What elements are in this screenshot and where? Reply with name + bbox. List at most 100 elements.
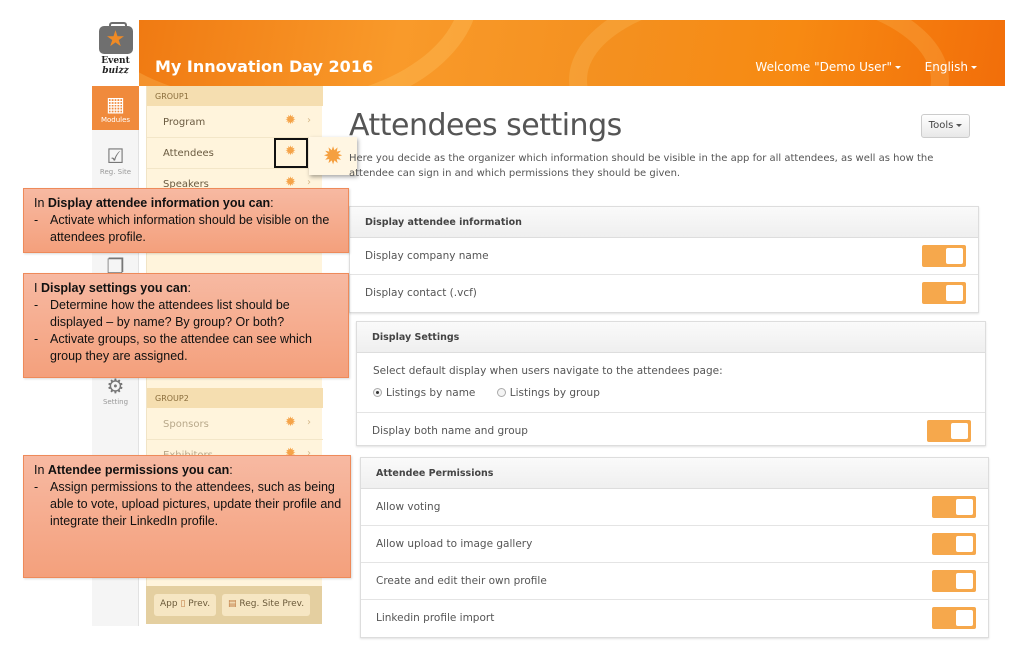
caret-down-icon [971,66,977,69]
toggle-knob [946,248,963,264]
setting-prompt: Select default display when users naviga… [373,365,723,377]
app-preview-label-2: Prev. [188,599,211,609]
callout-prefix: In [34,196,48,210]
tools-label: Tools [928,120,954,131]
toggle-switch[interactable] [922,282,966,304]
radio-listings-by-group[interactable]: Listings by group [496,387,600,399]
callout-heading: I Display settings you can: [34,280,340,297]
callout-heading: In Display attendee information you can: [34,195,340,212]
caret-down-icon [956,123,963,127]
tools-dropdown-button[interactable]: Tools [921,114,970,138]
panel-display-settings: Display Settings Select default display … [356,321,986,446]
setting-row: Display company name [350,238,978,275]
toggle-switch[interactable] [927,420,971,442]
app-header: My Innovation Day 2016 Welcome "Demo Use… [139,20,1005,86]
checkbox-icon: ☑ [106,144,125,168]
gear-icon[interactable]: ✹ [285,415,296,430]
toggle-knob [956,573,973,589]
radio-button[interactable] [496,388,506,397]
callout-bold: Display attendee information you can [47,196,271,210]
callout-heading: In Attendee permissions you can: [34,462,342,479]
briefcase-star-icon: ★ [98,22,133,54]
preview-bar: App ▯ Prev. ▤ Reg. Site Prev. [146,586,322,624]
toggle-switch[interactable] [932,496,976,518]
panel-title: Display attendee information [350,207,978,238]
callout-bullet: Activate which information should be vis… [34,212,340,246]
page-description: Here you decide as the organizer which i… [349,153,934,179]
callout-bullet: Determine how the attendees list should … [34,297,340,331]
radio-label: Listings by group [509,387,600,399]
module-label: Sponsors [163,419,209,430]
nav-item-reg-site[interactable]: ☑ Reg. Site [92,144,139,184]
callout-display-attendee-info: In Display attendee information you can:… [23,188,349,253]
page-title: Attendees settings [349,108,622,143]
toggle-switch[interactable] [922,245,966,267]
language-label: English [924,60,968,74]
setting-row: Display contact (.vcf) [350,275,978,312]
toggle-knob [946,285,963,301]
callout-display-settings: I Display settings you can: Determine ho… [23,273,349,378]
module-label: Attendees [163,148,214,159]
phone-icon: ▯ [180,599,186,609]
module-item-sponsors[interactable]: Sponsors ✹ › [147,409,323,440]
eventbuizz-logo[interactable]: ★ Event buizz [92,20,139,86]
setting-row: Linkedin profile import [361,600,988,637]
highlight-box [274,138,308,168]
setting-label: Create and edit their own profile [376,575,547,587]
app-preview-button[interactable]: App ▯ Prev. [154,594,217,616]
setting-label: Allow upload to image gallery [376,538,533,550]
setting-row: Display both name and group [357,413,985,445]
reg-site-preview-button[interactable]: ▤ Reg. Site Prev. [222,594,311,616]
callout-attendee-permissions: In Attendee permissions you can: Assign … [23,455,351,578]
toggle-switch[interactable] [932,533,976,555]
callout-suffix: : [187,281,192,295]
logo-text-buizz: buizz [102,66,129,76]
module-item-program[interactable]: Program ✹ › [147,107,323,138]
nav-label: Reg. Site [99,168,132,176]
chevron-right-icon: › [307,417,311,428]
callout-suffix: : [270,196,274,210]
panel-display-attendee-info: Display attendee information Display com… [349,206,979,313]
radio-button[interactable] [373,388,382,397]
callout-bullets: Assign permissions to the attendees, suc… [34,479,342,530]
panel-attendee-permissions: Attendee Permissions Allow voting Allow … [360,457,989,638]
callout-bullet: Activate groups, so the attendee can see… [34,331,340,365]
setting-label: Display contact (.vcf) [365,287,477,299]
group-header: GROUP2 [147,388,323,408]
toggle-knob [956,536,973,552]
setting-row: Create and edit their own profile [361,563,988,600]
callout-bullets: Determine how the attendees list should … [34,297,340,365]
lego-brick-icon: ▦ [106,92,125,116]
toggle-switch[interactable] [932,607,976,629]
radio-label: Listings by name [386,387,476,399]
nav-item-setting[interactable]: ⚙ Setting [92,374,139,414]
setting-label: Display both name and group [372,425,528,437]
callout-prefix: In [34,463,48,477]
panel-title: Attendee Permissions [361,458,988,489]
setting-row: Allow upload to image gallery [361,526,988,563]
toggle-knob [956,499,973,515]
callout-bold: Display settings you can [40,281,188,295]
user-menu[interactable]: Welcome "Demo User" [755,60,901,74]
language-menu[interactable]: English [925,60,977,74]
callout-prefix: I [34,281,41,295]
chevron-right-icon: › [307,115,311,126]
setting-row: Allow voting [361,489,988,526]
panel-title: Display Settings [357,322,985,353]
toggle-switch[interactable] [932,570,976,592]
nav-item-modules[interactable]: ▦ Modules [92,86,139,130]
module-label: Program [163,117,206,128]
gear-icon[interactable]: ✹ [285,113,296,128]
callout-bullet: Assign permissions to the attendees, suc… [34,479,342,530]
default-display-setting: Select default display when users naviga… [357,353,985,413]
group-header: GROUP1 [147,86,323,106]
app-preview-label: App [160,599,178,609]
radio-listings-by-name[interactable]: Listings by name [373,387,475,399]
user-menu-label: Welcome "Demo User" [755,60,892,74]
caret-down-icon [895,66,901,69]
logo-text-event: Event [101,56,130,66]
callout-bold: Attendee permissions you can [47,463,230,477]
nav-label: Modules [100,116,131,124]
event-title: My Innovation Day 2016 [155,57,374,76]
header-decoration [139,20,479,86]
